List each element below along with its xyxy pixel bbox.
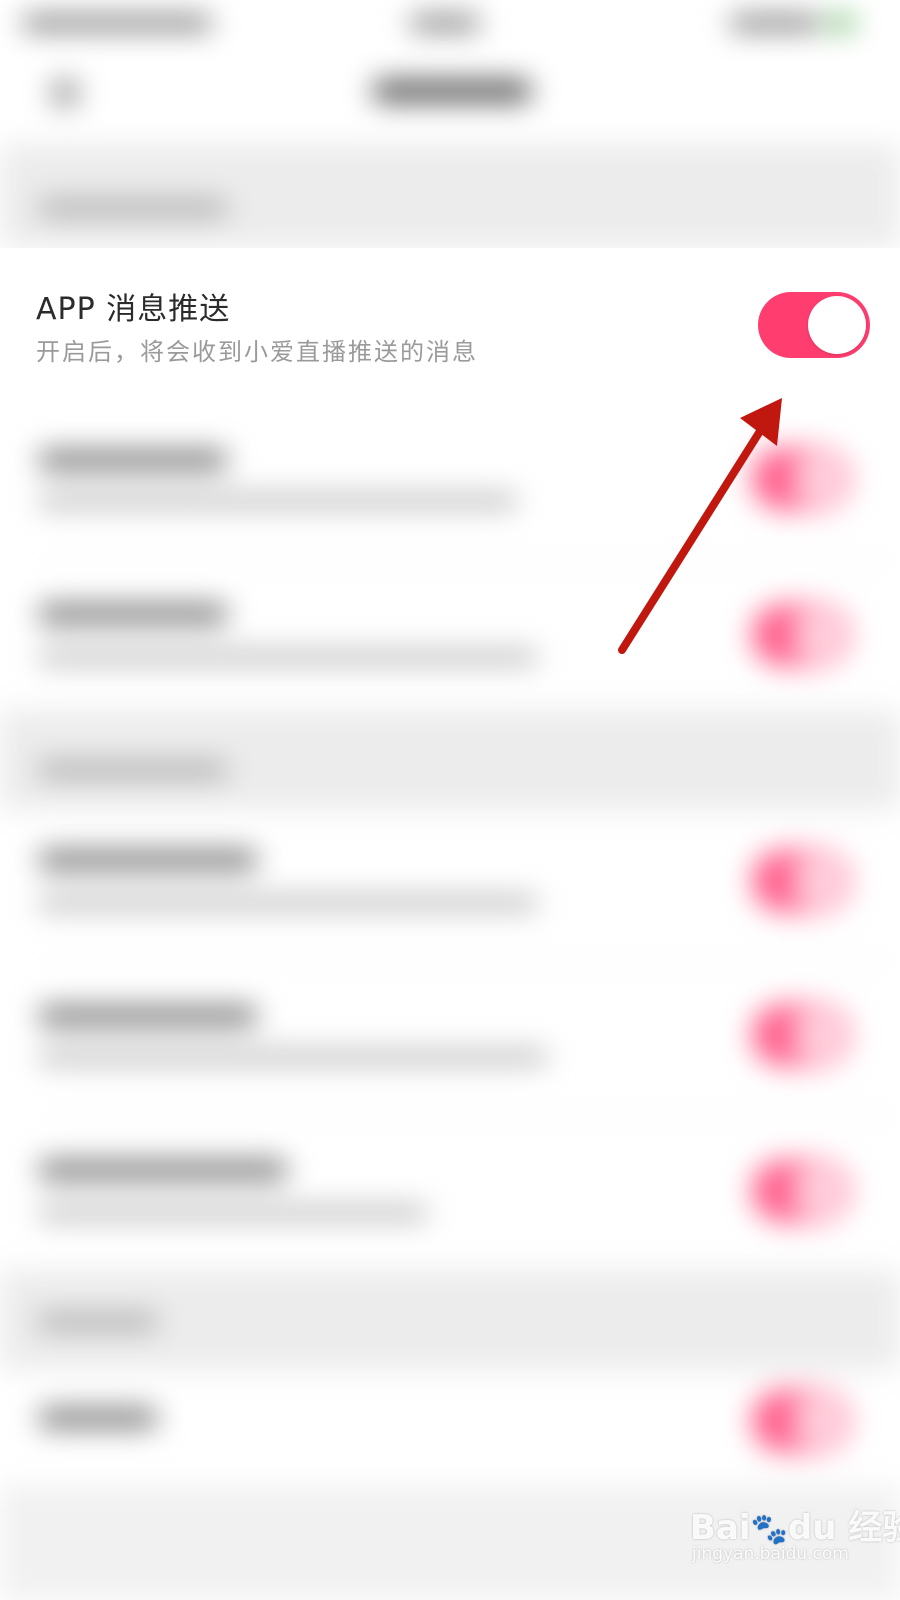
section-header	[0, 1270, 900, 1370]
navigation-bar	[0, 46, 900, 144]
toggle-switch[interactable]	[752, 850, 850, 912]
toggle-switch[interactable]	[752, 1160, 850, 1222]
settings-page: APP 消息推送 开启后，将会收到小爱直播推送的消息 Bai🐾du 经验 jin…	[0, 0, 900, 1600]
status-bar	[0, 0, 900, 46]
watermark-url: jingyan.baidu.com	[692, 1544, 849, 1564]
toggle-switch[interactable]	[752, 1390, 850, 1452]
toggle-knob	[808, 296, 866, 354]
setting-title: APP 消息推送	[36, 292, 231, 327]
toggle-switch[interactable]	[752, 448, 850, 510]
baidu-logo: Bai🐾du 经验	[690, 1508, 900, 1548]
blurred-background	[0, 0, 900, 1600]
setting-description: 开启后，将会收到小爱直播推送的消息	[36, 338, 478, 366]
back-icon[interactable]	[52, 80, 78, 106]
toggle-switch[interactable]	[752, 604, 850, 666]
toggle-switch[interactable]	[752, 1004, 850, 1066]
section-header	[0, 144, 900, 248]
section-header	[0, 710, 900, 810]
page-title	[372, 80, 532, 102]
baidu-watermark: Bai🐾du 经验 jingyan.baidu.com	[690, 1500, 900, 1580]
app-push-toggle[interactable]	[758, 292, 870, 358]
setting-row-app-push[interactable]: APP 消息推送 开启后，将会收到小爱直播推送的消息	[0, 248, 900, 398]
